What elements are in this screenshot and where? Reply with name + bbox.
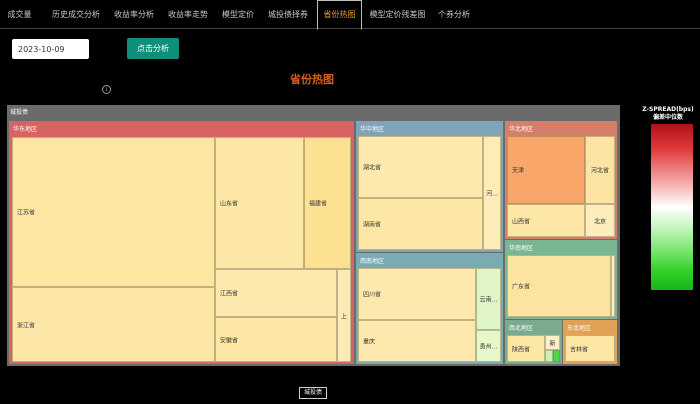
tab-volume[interactable]: 成交量	[0, 0, 39, 29]
tab-model-pricing[interactable]: 模型定价	[215, 0, 261, 29]
province-xinjiang-label: 新	[549, 340, 556, 347]
province-fujian-label: 福建省	[309, 200, 328, 208]
province-hebei[interactable]: 河北省	[585, 136, 615, 204]
tab-bond-selection[interactable]: 城投债择券	[262, 0, 314, 29]
region-south-label: 华南地区	[509, 245, 534, 252]
province-henan[interactable]: 河...	[483, 136, 501, 250]
page-title: 省份热图	[290, 73, 334, 86]
province-guangdong[interactable]: 广东省	[507, 255, 611, 317]
province-guizhou-label: 贵州...	[479, 343, 498, 351]
treemap-root-label: 城投债	[10, 109, 29, 116]
tab-yield-trend[interactable]: 收益率走势	[162, 0, 214, 29]
analyze-button[interactable]: 点击分析	[127, 38, 179, 59]
province-shandong[interactable]: 山东省	[215, 137, 304, 269]
province-guangdong-label: 广东省	[512, 283, 531, 291]
province-shaanxi[interactable]: 陕西省	[507, 335, 545, 362]
province-jiangsu-label: 江苏省	[17, 209, 36, 217]
province-anhui[interactable]: 安徽省	[215, 317, 337, 362]
province-beijing-label: 北京	[593, 218, 607, 225]
province-beijing[interactable]: 北京	[585, 204, 615, 237]
province-hubei-label: 湖北省	[363, 164, 382, 172]
legend-color-scale	[651, 124, 693, 290]
region-north-label: 华北地区	[509, 126, 534, 133]
province-yunnan[interactable]: 云南...	[476, 268, 501, 330]
province-jiangxi[interactable]: 江西省	[215, 269, 337, 317]
province-fujian[interactable]: 福建省	[304, 137, 351, 269]
province-jilin[interactable]: 吉林省	[565, 335, 615, 362]
province-anhui-label: 安徽省	[220, 337, 239, 344]
province-jiangsu[interactable]: 江苏省	[12, 137, 215, 287]
province-hunan-label: 湖南省	[363, 221, 382, 229]
province-shanghai[interactable]: 上	[337, 269, 351, 362]
region-southwest-label: 西南地区	[360, 258, 385, 265]
province-jiangxi-label: 江西省	[220, 290, 239, 298]
province-guizhou[interactable]: 贵州...	[476, 330, 501, 362]
province-shanxi[interactable]: 山西省	[507, 204, 585, 237]
province-sichuan-label: 四川省	[363, 291, 382, 299]
tab-province-heatmap[interactable]: 省份热图	[317, 0, 362, 30]
region-northwest-label: 西北地区	[509, 325, 534, 332]
date-input[interactable]	[12, 39, 89, 59]
province-chongqing[interactable]: 重庆	[358, 320, 476, 362]
tab-bond-analysis[interactable]: 个券分析	[431, 0, 477, 29]
province-tianjin-label: 天津	[512, 167, 525, 175]
tab-bar: 成交量 历史成交分析 收益率分析 收益率走势 模型定价 城投债择券 省份热图 模…	[0, 0, 700, 30]
province-hunan[interactable]: 湖南省	[358, 198, 483, 250]
province-small-south[interactable]	[611, 255, 615, 317]
legend-title-line1: Z-SPREAD(bps)	[642, 106, 694, 113]
province-hebei-label: 河北省	[590, 167, 610, 175]
province-shandong-label: 山东省	[220, 200, 239, 208]
province-yunnan-label: 云南...	[479, 296, 498, 304]
province-zhejiang[interactable]: 浙江省	[12, 287, 215, 362]
tab-history-analysis[interactable]: 历史成交分析	[43, 0, 109, 29]
region-east-label: 华东地区	[13, 126, 38, 133]
province-tianjin[interactable]: 天津	[507, 136, 585, 204]
tab-yield-analysis[interactable]: 收益率分析	[108, 0, 160, 29]
info-icon[interactable]: i	[102, 85, 111, 94]
tab-residual-chart[interactable]: 模型定价残差图	[365, 0, 430, 29]
province-hubei[interactable]: 湖北省	[358, 136, 483, 198]
legend-title-line2: 偏差中位数	[652, 114, 683, 121]
province-shanxi-label: 山西省	[512, 218, 531, 225]
province-sichuan[interactable]: 四川省	[358, 268, 476, 320]
province-jilin-label: 吉林省	[570, 346, 589, 353]
province-shanghai-label: 上	[340, 313, 348, 320]
region-northeast-label: 东北地区	[567, 325, 592, 332]
province-shaanxi-label: 陕西省	[512, 346, 531, 353]
province-small-northwest-a[interactable]	[545, 350, 553, 362]
breadcrumb-tag[interactable]: 城投债	[299, 387, 327, 399]
province-zhejiang-label: 浙江省	[17, 322, 36, 329]
legend-title: Z-SPREAD(bps) 偏差中位数	[640, 106, 696, 122]
region-central-label: 华中地区	[360, 126, 385, 133]
province-xinjiang[interactable]: 新	[545, 335, 560, 350]
province-henan-label: 河...	[486, 190, 498, 198]
province-chongqing-label: 重庆	[363, 338, 376, 346]
province-small-northwest-b[interactable]	[553, 350, 560, 362]
